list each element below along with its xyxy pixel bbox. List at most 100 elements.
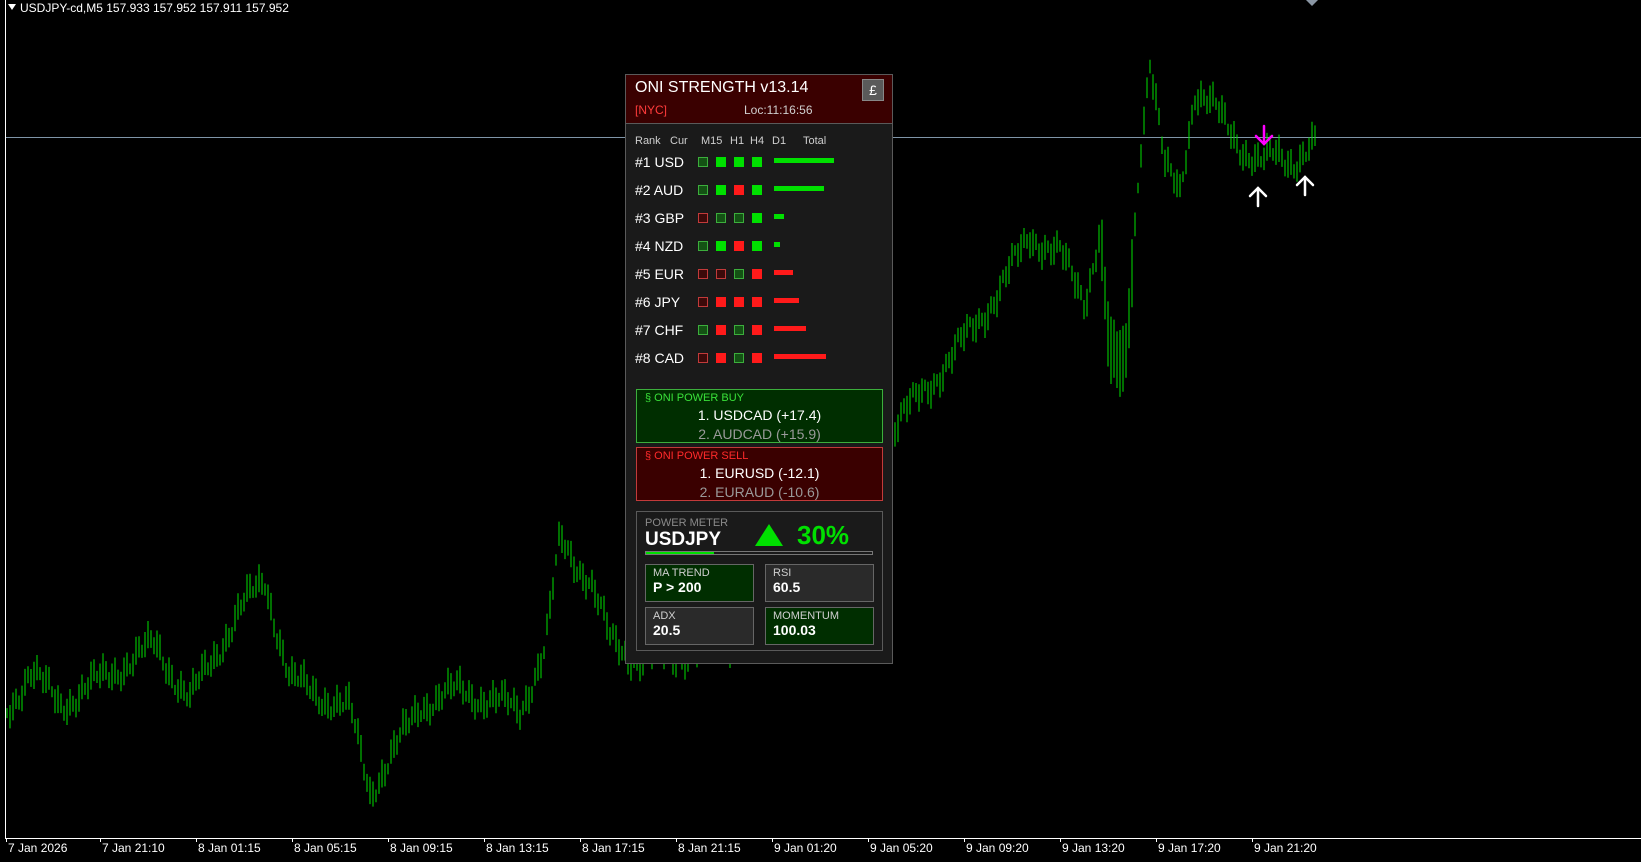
col-d1: D1: [772, 135, 787, 147]
timeframe-strength-cell: [716, 269, 726, 279]
time-tick: [580, 838, 581, 842]
white-up-arrow-icon: [1295, 175, 1315, 197]
rank-row[interactable]: #1 USD: [635, 154, 885, 174]
rank-currency-label: #8 CAD: [635, 350, 685, 366]
time-tick: [388, 838, 389, 842]
timeframe-strength-cell: [752, 185, 762, 195]
power-sell-item[interactable]: 2. EURAUD (-10.6): [637, 484, 882, 500]
timeframe-strength-cell: [716, 241, 726, 251]
power-meter-percent: 30%: [797, 520, 850, 550]
indicator-value: 100.03: [773, 622, 816, 638]
time-axis: 7 Jan 2026 7 Jan 21:10 8 Jan 01:15 8 Jan 05…: [0, 838, 1641, 862]
timeframe-strength-cell: [752, 325, 762, 335]
power-sell-item[interactable]: 1. EURUSD (-12.1): [637, 465, 882, 481]
time-tick: [1156, 838, 1157, 842]
time-label: 9 Jan 09:20: [966, 841, 1029, 855]
timeframe-strength-cell: [734, 157, 744, 167]
total-strength-bar: [774, 326, 806, 331]
timeframe-strength-cell: [698, 157, 708, 167]
timeframe-strength-cell: [734, 185, 744, 195]
green-up-triangle-icon: [755, 524, 783, 546]
timeframe-strength-cell: [734, 241, 744, 251]
panel-title: ONI STRENGTH v13.14: [635, 79, 809, 96]
power-meter-label: POWER METER: [645, 517, 729, 529]
indicator-adx: ADX 20.5: [645, 607, 754, 645]
time-label: 8 Jan 09:15: [390, 841, 453, 855]
rank-row[interactable]: #6 JPY: [635, 294, 885, 314]
rank-row[interactable]: #2 AUD: [635, 182, 885, 202]
timeframe-strength-cell: [716, 297, 726, 307]
time-tick: [1252, 838, 1253, 842]
timeframe-strength-cell: [734, 213, 744, 223]
timeframe-strength-cell: [752, 269, 762, 279]
scroll-marker-icon[interactable]: [1306, 0, 1318, 6]
timeframe-strength-cell: [734, 325, 744, 335]
indicator-value: P > 200: [653, 579, 702, 595]
time-tick: [292, 838, 293, 842]
indicator-label: ADX: [653, 610, 676, 622]
oni-strength-panel: ONI STRENGTH v13.14 £ [NYC] Loc:11:16:56…: [625, 74, 893, 664]
timeframe-strength-cell: [698, 297, 708, 307]
rank-row[interactable]: #7 CHF: [635, 322, 885, 342]
timeframe-strength-cell: [698, 185, 708, 195]
time-tick: [1060, 838, 1061, 842]
timeframe-strength-cell: [698, 269, 708, 279]
time-tick: [196, 838, 197, 842]
total-strength-bar: [774, 354, 826, 359]
time-tick: [100, 838, 101, 842]
col-total: Total: [803, 135, 827, 147]
rank-row[interactable]: #5 EUR: [635, 266, 885, 286]
timeframe-strength-cell: [734, 269, 744, 279]
time-label: 8 Jan 21:15: [678, 841, 741, 855]
timeframe-strength-cell: [752, 353, 762, 363]
rank-currency-label: #6 JPY: [635, 294, 681, 310]
time-label: 9 Jan 13:20: [1062, 841, 1125, 855]
power-sell-title: § ONI POWER SELL: [645, 450, 749, 462]
rank-currency-label: #1 USD: [635, 154, 685, 170]
time-label: 7 Jan 21:10: [102, 841, 165, 855]
time-label: 9 Jan 21:20: [1254, 841, 1317, 855]
rank-currency-label: #7 CHF: [635, 322, 684, 338]
total-strength-bar: [774, 186, 824, 191]
col-h1: H1: [730, 135, 745, 147]
white-up-arrow-icon: [1248, 186, 1268, 208]
indicator-label: RSI: [773, 567, 792, 579]
time-tick: [964, 838, 965, 842]
timeframe-strength-cell: [716, 157, 726, 167]
currency-button[interactable]: £: [862, 79, 884, 101]
power-meter-symbol: USDJPY: [645, 529, 722, 550]
timeframe-strength-cell: [752, 241, 762, 251]
rank-currency-label: #3 GBP: [635, 210, 685, 226]
time-tick: [676, 838, 677, 842]
time-label: 9 Jan 05:20: [870, 841, 933, 855]
power-buy-item[interactable]: 2. AUDCAD (+15.9): [637, 426, 882, 442]
timeframe-strength-cell: [698, 325, 708, 335]
total-strength-bar: [774, 242, 780, 247]
symbol-header: USDJPY-cd,M5 157.933 157.952 157.911 157…: [8, 1, 289, 15]
panel-header: ONI STRENGTH v13.14 £ [NYC] Loc:11:16:56: [626, 75, 892, 124]
rank-currency-label: #5 EUR: [635, 266, 685, 282]
timeframe-strength-cell: [716, 353, 726, 363]
time-tick: [484, 838, 485, 842]
rank-row[interactable]: #3 GBP: [635, 210, 885, 230]
dropdown-triangle-icon[interactable]: [8, 4, 16, 10]
timeframe-strength-cell: [698, 213, 708, 223]
indicator-value: 20.5: [653, 622, 681, 638]
timeframe-strength-cell: [716, 213, 726, 223]
rank-row[interactable]: #8 CAD: [635, 350, 885, 370]
indicator-label: MA TREND: [653, 567, 710, 579]
col-h4: H4: [750, 135, 765, 147]
col-cur: Cur: [670, 135, 688, 147]
rank-currency-label: #4 NZD: [635, 238, 684, 254]
power-meter: POWER METER USDJPY 30% MA TREND P > 200 …: [636, 511, 883, 651]
indicator-label: MOMENTUM: [773, 610, 839, 622]
time-tick: [772, 838, 773, 842]
rank-row[interactable]: #4 NZD: [635, 238, 885, 258]
timeframe-strength-cell: [752, 297, 762, 307]
timeframe-strength-cell: [716, 185, 726, 195]
power-buy-item[interactable]: 1. USDCAD (+17.4): [637, 407, 882, 423]
time-label: 9 Jan 17:20: [1158, 841, 1221, 855]
timeframe-strength-cell: [734, 353, 744, 363]
session-label: [NYC]: [635, 103, 668, 117]
power-meter-progress: [645, 551, 873, 555]
